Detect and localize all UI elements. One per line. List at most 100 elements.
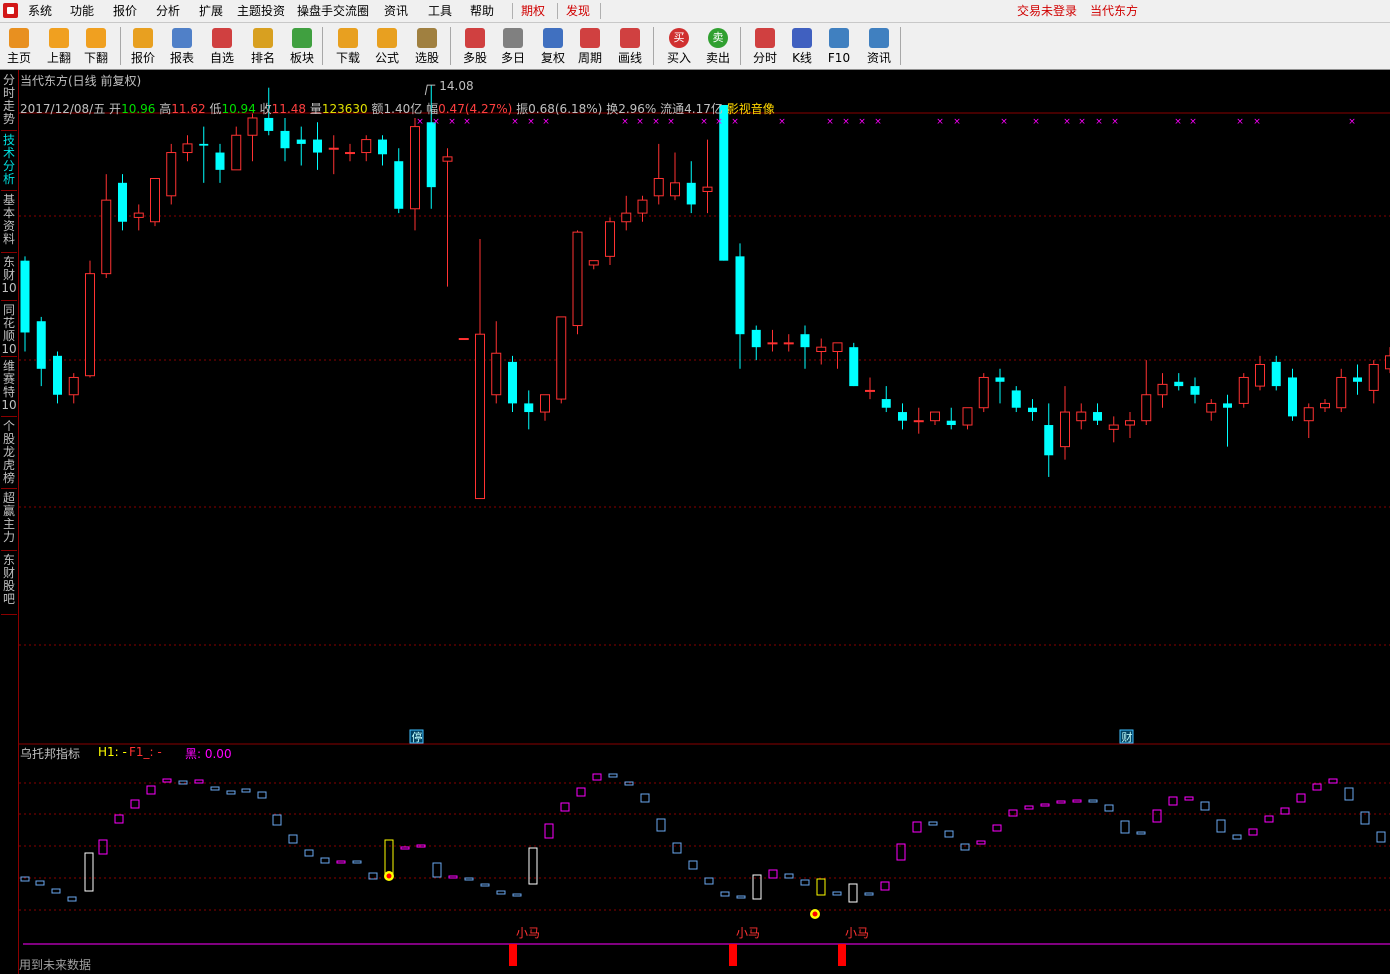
multi-stock-icon bbox=[465, 28, 485, 48]
menu-bar: 系统 功能 报价 分析 扩展 主题投资 操盘手交流圈 资讯 工具 帮助 期权 发… bbox=[0, 0, 1390, 23]
industry-tag[interactable]: 影视音像 bbox=[727, 102, 775, 116]
signal-label: 小马 bbox=[845, 926, 869, 940]
indicator-bar bbox=[1040, 803, 1050, 807]
candle-body bbox=[1271, 361, 1281, 387]
candle bbox=[1011, 386, 1021, 413]
left-tab-8[interactable]: 东财股吧 bbox=[1, 554, 17, 615]
toolbar-report-button[interactable]: 报表 bbox=[163, 26, 201, 66]
toolbar-buy-button[interactable]: 买买入 bbox=[660, 26, 698, 66]
candle bbox=[118, 174, 127, 231]
candle-body bbox=[1320, 402, 1330, 409]
magenta-x-marker: × bbox=[1174, 117, 1182, 127]
left-tab-6[interactable]: 个股龙虎榜 bbox=[1, 420, 17, 489]
toolbar-sell-button[interactable]: 卖卖出 bbox=[699, 26, 737, 66]
menu-quote[interactable]: 报价 bbox=[113, 3, 137, 19]
toolbar-yen-button[interactable]: 报价 bbox=[124, 26, 162, 66]
toolbar-multi-stock-button[interactable]: 多股 bbox=[456, 26, 494, 66]
indicator-bar bbox=[304, 849, 314, 857]
change-value: 0.47(4.27%) bbox=[438, 102, 513, 116]
left-tab-0[interactable]: 分时走势 bbox=[1, 74, 17, 131]
indicator-bar bbox=[448, 875, 458, 879]
candle bbox=[85, 260, 95, 378]
left-tab-5[interactable]: 维赛特10 bbox=[1, 360, 17, 417]
candle-body bbox=[605, 221, 615, 257]
left-tab-1[interactable]: 技术分析 bbox=[1, 134, 17, 191]
menu-trader-circle[interactable]: 操盘手交流圈 bbox=[297, 3, 369, 19]
toolbar-rank-button[interactable]: 排名 bbox=[244, 26, 282, 66]
toolbar-home-button[interactable]: 主页 bbox=[0, 26, 38, 66]
indicator-bar bbox=[880, 881, 890, 891]
menu-tools[interactable]: 工具 bbox=[428, 3, 452, 19]
toolbar-select-stock-button[interactable]: 选股 bbox=[408, 26, 446, 66]
toolbar-formula-button[interactable]: 公式 bbox=[368, 26, 406, 66]
left-tab-7[interactable]: 超赢主力 bbox=[1, 492, 17, 551]
candle bbox=[816, 338, 827, 365]
magenta-x-marker: × bbox=[842, 117, 850, 127]
indicator-bar bbox=[848, 883, 858, 903]
f10-icon bbox=[829, 28, 849, 48]
arrow-down-icon bbox=[86, 28, 106, 48]
menu-options[interactable]: 期权 bbox=[521, 3, 545, 19]
menu-discover[interactable]: 发现 bbox=[566, 3, 590, 19]
menu-news[interactable]: 资讯 bbox=[384, 3, 408, 19]
app-logo-icon[interactable] bbox=[3, 3, 18, 18]
buy-icon: 买 bbox=[669, 28, 689, 48]
toolbar-f10-button[interactable]: F10 bbox=[820, 26, 858, 66]
indicator-bar bbox=[1296, 793, 1306, 803]
candle bbox=[1385, 347, 1390, 374]
magenta-x-marker: × bbox=[1000, 117, 1008, 127]
candle-body bbox=[53, 355, 62, 395]
signal-bar bbox=[838, 944, 846, 966]
candle-body bbox=[540, 394, 550, 413]
menu-theme-invest[interactable]: 主题投资 bbox=[237, 3, 285, 19]
candle bbox=[556, 316, 567, 404]
candle bbox=[182, 135, 193, 162]
magenta-x-marker: × bbox=[1348, 117, 1356, 127]
candle-body bbox=[588, 260, 599, 266]
toolbar-f6-button[interactable]: 自选 bbox=[203, 26, 241, 66]
toolbar-draw-line-button[interactable]: 画线 bbox=[611, 26, 649, 66]
candle bbox=[881, 386, 891, 413]
menu-analysis[interactable]: 分析 bbox=[156, 3, 180, 19]
indicator-title[interactable]: 乌托邦指标 bbox=[20, 745, 80, 762]
indicator-bar bbox=[146, 785, 156, 795]
magenta-x-marker: × bbox=[667, 117, 675, 127]
candle-body bbox=[1385, 355, 1390, 370]
toolbar-clock-button[interactable]: 多日 bbox=[494, 26, 532, 66]
chart-area[interactable]: 14.08 × × × × × × × × × × × × × × × × × × × × × × × × × × × × × × × × 停财 … bbox=[19, 70, 1390, 974]
toolbar-news-button[interactable]: 资讯 bbox=[860, 26, 898, 66]
candle-body bbox=[832, 342, 843, 353]
indicator-bar bbox=[288, 834, 298, 844]
left-tab-4[interactable]: 同花顺10 bbox=[1, 304, 17, 357]
candle-body bbox=[524, 403, 534, 413]
login-status-link[interactable]: 交易未登录 bbox=[1017, 3, 1077, 19]
candle-body bbox=[637, 199, 648, 214]
candle-body bbox=[264, 117, 274, 131]
toolbar-download-button[interactable]: 下载 bbox=[329, 26, 367, 66]
toolbar-blocks-button[interactable]: 板块 bbox=[283, 26, 321, 66]
indicator-bar bbox=[464, 877, 474, 881]
kline-chart[interactable]: 14.08× × × × × × × × × × × × × × × × × × × × × × × × × × × × × × × ×停财 … bbox=[19, 70, 1390, 974]
chart-title: 当代东方(日线 前复权) bbox=[20, 74, 142, 88]
current-stock-link[interactable]: 当代东方 bbox=[1090, 3, 1138, 19]
indicator-bar bbox=[1264, 815, 1274, 823]
toolbar-f8-button[interactable]: 周期 bbox=[571, 26, 609, 66]
toolbar-arrow-down-button[interactable]: 下翻 bbox=[77, 26, 115, 66]
candle-body bbox=[378, 139, 387, 155]
menu-extend[interactable]: 扩展 bbox=[199, 3, 223, 19]
menu-system[interactable]: 系统 bbox=[28, 3, 52, 19]
candle bbox=[150, 178, 160, 227]
indicator-bar bbox=[928, 821, 938, 826]
report-icon bbox=[172, 28, 192, 48]
indicator-bar bbox=[1216, 819, 1226, 833]
close-value: 11.48 bbox=[271, 102, 307, 116]
magenta-x-marker: × bbox=[1063, 117, 1071, 127]
candle-body bbox=[118, 182, 127, 222]
indicator-bar bbox=[1072, 799, 1082, 803]
indicator-bar bbox=[1120, 820, 1130, 834]
menu-function[interactable]: 功能 bbox=[70, 3, 94, 19]
menu-help[interactable]: 帮助 bbox=[470, 3, 494, 19]
left-tab-3[interactable]: 东财10 bbox=[1, 256, 17, 301]
toolbar-separator bbox=[900, 27, 901, 65]
left-tab-2[interactable]: 基本资料 bbox=[1, 194, 17, 253]
